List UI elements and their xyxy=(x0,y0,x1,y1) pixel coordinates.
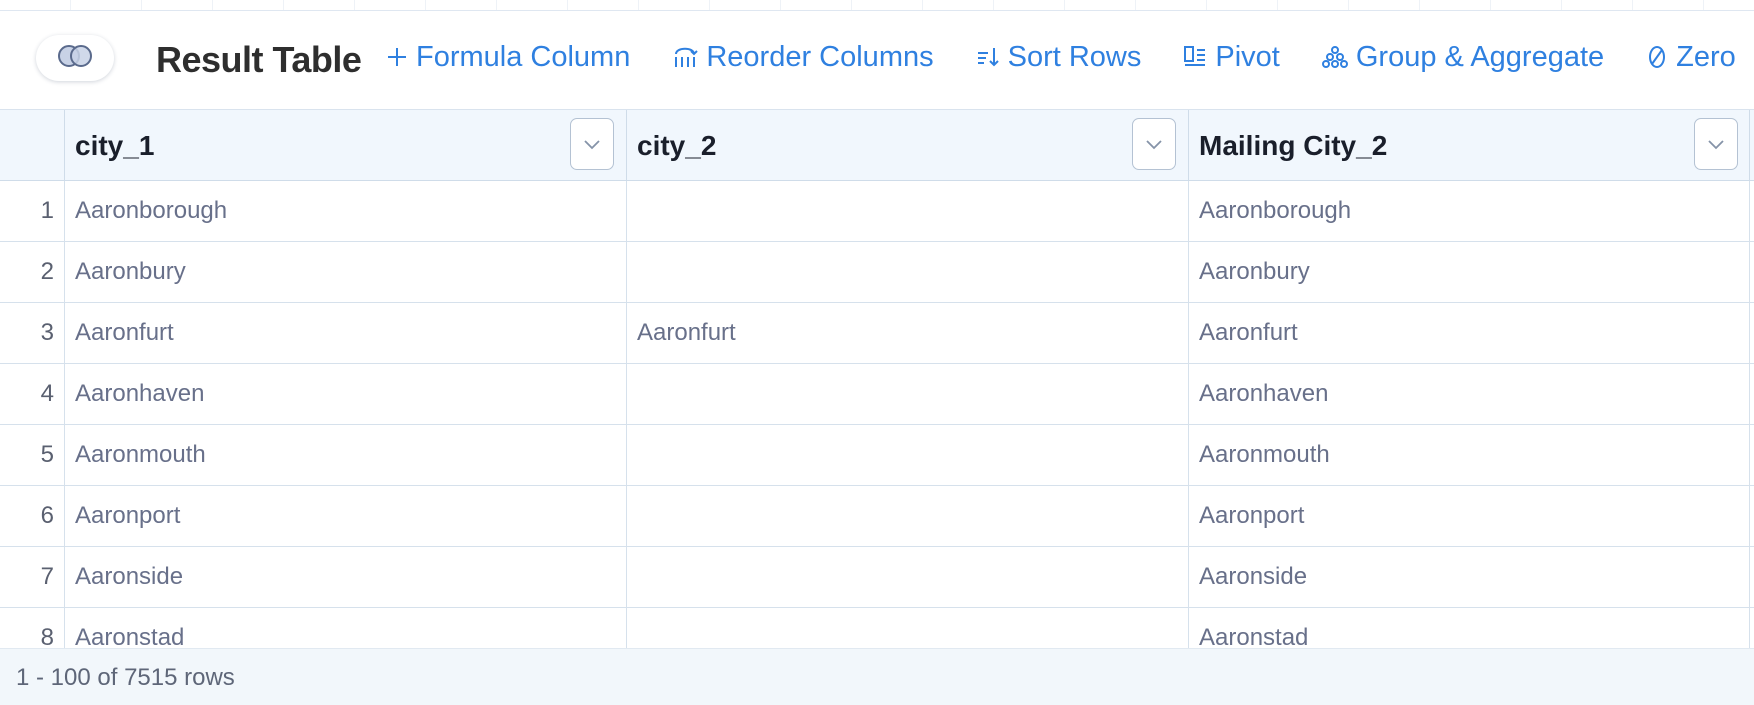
plus-icon xyxy=(388,48,406,66)
column-header-city-1[interactable]: city_1 xyxy=(64,110,626,180)
zero-icon xyxy=(1649,46,1666,68)
table-row: 3 Aaronfurt Aaronfurt Aaronfurt xyxy=(0,303,1754,364)
table-cell[interactable]: Aaronmouth xyxy=(64,425,626,485)
table-row: 2 Aaronbury Aaronbury xyxy=(0,242,1754,303)
table-cell[interactable]: Aaronfurt xyxy=(1188,303,1750,363)
table-row: 7 Aaronside Aaronside xyxy=(0,547,1754,608)
top-grid-strip xyxy=(0,0,1754,11)
row-index: 2 xyxy=(40,258,54,285)
row-index: 6 xyxy=(40,502,54,529)
table-footer: 1 - 100 of 7515 rows xyxy=(0,648,1754,705)
formula-column-label: Formula Column xyxy=(416,40,631,73)
result-table: city_1 city_2 Mailing City_2 1 Aaronboro… xyxy=(0,110,1754,669)
pivot-label: Pivot xyxy=(1215,40,1280,73)
pivot-button[interactable]: Pivot xyxy=(1183,40,1280,74)
sort-rows-label: Sort Rows xyxy=(1007,40,1142,73)
column-menu-button[interactable] xyxy=(1694,118,1738,170)
pivot-icon xyxy=(1184,46,1206,66)
row-index: 5 xyxy=(40,441,54,468)
row-count-status: 1 - 100 of 7515 rows xyxy=(16,664,235,691)
sort-rows-button[interactable]: Sort Rows xyxy=(976,40,1142,74)
table-cell[interactable]: Aaronhaven xyxy=(64,364,626,424)
chevron-down-icon xyxy=(1146,140,1162,150)
column-header-mailing-city-2[interactable]: Mailing City_2 xyxy=(1188,110,1750,180)
table-cell[interactable] xyxy=(626,364,1188,424)
table-cell[interactable]: Aaronport xyxy=(1188,486,1750,546)
zero-button[interactable]: Zero xyxy=(1646,41,1736,74)
column-header-label: Mailing City_2 xyxy=(1199,130,1388,161)
table-row: 5 Aaronmouth Aaronmouth xyxy=(0,425,1754,486)
table-row: 4 Aaronhaven Aaronhaven xyxy=(0,364,1754,425)
row-index: 1 xyxy=(40,197,54,224)
column-header-label: city_2 xyxy=(637,130,717,161)
sort-icon xyxy=(977,48,999,67)
table-cell[interactable] xyxy=(626,181,1188,241)
formula-column-button[interactable]: Formula Column xyxy=(386,41,630,74)
result-toolbar: Result Table Formula Column Reorder Colu… xyxy=(0,11,1754,110)
table-cell[interactable]: Aaronfurt xyxy=(64,303,626,363)
table-cell[interactable]: Aaronmouth xyxy=(1188,425,1750,485)
table-cell[interactable]: Aaronborough xyxy=(64,181,626,241)
zero-label: Zero xyxy=(1676,40,1736,73)
row-index: 3 xyxy=(40,319,54,346)
table-header-row: city_1 city_2 Mailing City_2 xyxy=(0,110,1754,181)
table-cell[interactable] xyxy=(626,547,1188,607)
view-toggle-button[interactable] xyxy=(36,35,114,81)
page-title: Result Table xyxy=(156,39,362,80)
row-index: 7 xyxy=(40,563,54,590)
column-menu-button[interactable] xyxy=(570,118,614,170)
table-cell[interactable]: Aaronhaven xyxy=(1188,364,1750,424)
column-header-label: city_1 xyxy=(75,130,155,161)
column-header-city-2[interactable]: city_2 xyxy=(626,110,1188,180)
group-aggregate-label: Group & Aggregate xyxy=(1355,40,1605,73)
table-cell[interactable]: Aaronside xyxy=(64,547,626,607)
table-row: 6 Aaronport Aaronport xyxy=(0,486,1754,547)
venn-circles-icon xyxy=(56,43,94,74)
reorder-columns-button[interactable]: Reorder Columns xyxy=(672,40,934,74)
table-cell[interactable] xyxy=(626,242,1188,302)
group-aggregate-button[interactable]: Group & Aggregate xyxy=(1321,40,1605,74)
table-row: 1 Aaronborough Aaronborough xyxy=(0,181,1754,242)
row-index: 4 xyxy=(40,380,54,407)
reorder-columns-icon xyxy=(675,47,699,67)
chevron-down-icon xyxy=(1708,140,1724,150)
table-cell[interactable] xyxy=(626,425,1188,485)
table-cell[interactable]: Aaronfurt xyxy=(626,303,1188,363)
chevron-down-icon xyxy=(584,140,600,150)
table-cell[interactable]: Aaronbury xyxy=(1188,242,1750,302)
reorder-columns-label: Reorder Columns xyxy=(706,40,934,73)
table-cell[interactable]: Aaronside xyxy=(1188,547,1750,607)
table-cell[interactable]: Aaronbury xyxy=(64,242,626,302)
table-cell[interactable]: Aaronport xyxy=(64,486,626,546)
table-cell[interactable] xyxy=(626,486,1188,546)
toolbar-actions: Formula Column Reorder Columns Sort Rows… xyxy=(386,35,1754,79)
column-menu-button[interactable] xyxy=(1132,118,1176,170)
table-cell[interactable]: Aaronborough xyxy=(1188,181,1750,241)
group-icon xyxy=(1321,46,1348,68)
